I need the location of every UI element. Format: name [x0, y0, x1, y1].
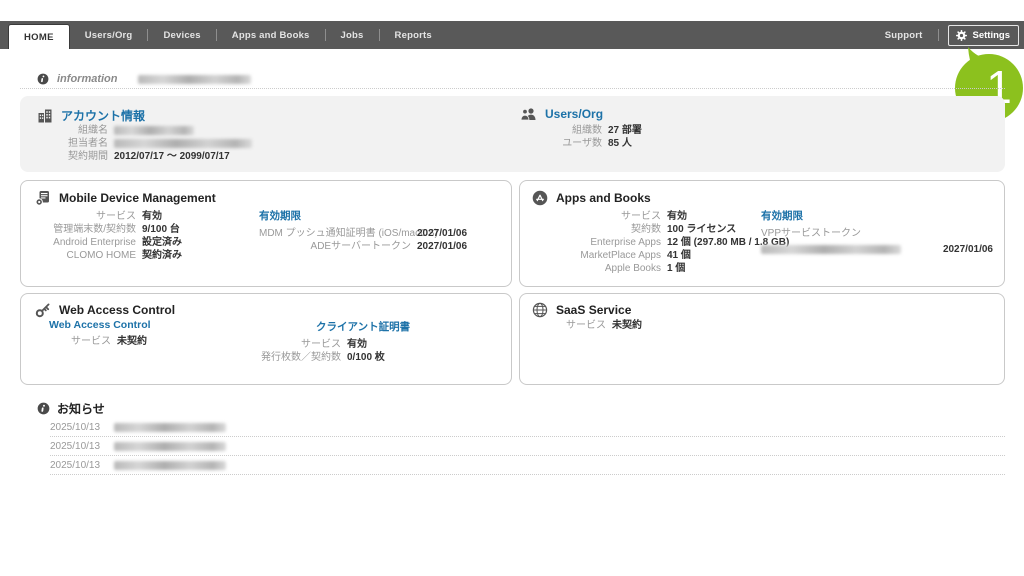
- settings-label: Settings: [973, 30, 1010, 41]
- news-item[interactable]: 2025/10/13: [50, 418, 1005, 437]
- mdm-expiry-ade-token: ADEサーバートークン 2027/01/06: [259, 240, 467, 253]
- mdm-row-clomo-home: CLOMO HOME 契約済み: [31, 249, 182, 262]
- redacted-text: [114, 461, 226, 470]
- mdm-row-devices: 管理端末数/契約数 9/100 台: [31, 223, 182, 236]
- web-access-row-service: サービス 未契約: [49, 335, 151, 348]
- support-link[interactable]: Support: [879, 30, 929, 41]
- apps-row-apple-books: Apple Books 1 個: [530, 262, 789, 275]
- account-info-header: アカウント情報: [37, 107, 145, 124]
- news-item[interactable]: 2025/10/13: [50, 456, 1005, 475]
- mdm-title: Mobile Device Management: [59, 191, 216, 205]
- account-info-title: アカウント情報: [61, 107, 145, 124]
- mdm-panel: Mobile Device Management サービス 有効 管理端末数/契…: [20, 180, 512, 287]
- redacted-text: [761, 245, 901, 254]
- mdm-row-android-enterprise: Android Enterprise 設定済み: [31, 236, 182, 249]
- redacted-text: [114, 423, 226, 432]
- redacted-text: [114, 442, 226, 451]
- saas-panel: SaaS Service サービス 未契約: [519, 293, 1005, 385]
- apps-books-title: Apps and Books: [556, 191, 651, 205]
- mdm-expiry-link[interactable]: 有効期限: [259, 208, 467, 223]
- users-org-row-user-count: ユーザ数 85 人: [520, 137, 642, 150]
- web-access-header: Web Access Control: [35, 302, 175, 318]
- account-row-contract-period: 契約期間 2012/07/17 ～ 2099/07/17: [30, 150, 252, 163]
- tab-jobs[interactable]: Jobs: [326, 30, 379, 41]
- web-access-panel: Web Access Control Web Access Control サー…: [20, 293, 512, 385]
- appstore-icon: [532, 190, 548, 206]
- information-strip: information: [20, 70, 1005, 89]
- apps-row-marketplace-apps: MarketPlace Apps 41 個: [530, 249, 789, 262]
- tab-apps-and-books[interactable]: Apps and Books: [217, 30, 325, 41]
- web-access-control-link[interactable]: Web Access Control: [49, 319, 151, 331]
- globe-icon: [532, 302, 548, 318]
- account-row-org-name: 組織名: [30, 124, 252, 137]
- redacted-text: [114, 126, 194, 135]
- device-gear-icon: [35, 190, 51, 206]
- tab-devices[interactable]: Devices: [148, 30, 215, 41]
- info-icon: [37, 73, 49, 85]
- news-list: 2025/10/13 2025/10/13 2025/10/13: [50, 418, 1005, 475]
- mdm-row-service: サービス 有効: [31, 210, 182, 223]
- apps-row-enterprise-apps: Enterprise Apps 12 個 (297.80 MB / 1.8 GB…: [530, 236, 789, 249]
- top-navbar: HOME Users/Org Devices Apps and Books Jo…: [0, 21, 1024, 49]
- users-org-title: Users/Org: [545, 107, 603, 121]
- users-org-row-org-count: 組織数 27 部署: [520, 124, 642, 137]
- information-label: information: [57, 73, 118, 85]
- saas-title: SaaS Service: [556, 303, 631, 317]
- redacted-text: [114, 139, 252, 148]
- saas-header: SaaS Service: [532, 302, 631, 318]
- news-date: 2025/10/13: [50, 460, 102, 471]
- apps-books-header: Apps and Books: [532, 190, 651, 206]
- apps-books-panel: Apps and Books サービス 有効 契約数 100 ライセンス Ent…: [519, 180, 1005, 287]
- tab-reports[interactable]: Reports: [380, 30, 447, 41]
- building-icon: [37, 108, 53, 123]
- vpp-token-date: 2027/01/06: [943, 243, 993, 256]
- account-row-contact-name: 担当者名: [30, 137, 252, 150]
- settings-button[interactable]: Settings: [948, 25, 1019, 46]
- news-header: お知らせ: [37, 400, 105, 417]
- account-summary-panel: アカウント情報 組織名 担当者名 契約期間 2012/07/17 ～ 2099/…: [20, 96, 1005, 172]
- web-access-title: Web Access Control: [59, 303, 175, 317]
- client-cert-link[interactable]: クライアント証明書: [316, 319, 410, 334]
- news-date: 2025/10/13: [50, 441, 102, 452]
- users-icon: [520, 107, 537, 121]
- news-item[interactable]: 2025/10/13: [50, 437, 1005, 456]
- vpp-token-label: VPPサービストークン: [761, 227, 861, 240]
- saas-row-service: サービス 未契約: [530, 319, 642, 332]
- apps-row-licenses: 契約数 100 ライセンス: [530, 223, 789, 236]
- tab-home[interactable]: HOME: [8, 24, 70, 49]
- news-title: お知らせ: [57, 400, 105, 417]
- tab-users-org[interactable]: Users/Org: [70, 30, 148, 41]
- client-cert-row-service: サービス 有効: [181, 338, 410, 351]
- redacted-text[interactable]: [138, 75, 251, 84]
- nav-divider: [938, 29, 939, 41]
- gear-icon: [955, 29, 968, 42]
- mdm-header: Mobile Device Management: [35, 190, 216, 206]
- client-cert-row-issued: 発行枚数／契約数 0/100 枚: [181, 351, 410, 364]
- news-date: 2025/10/13: [50, 422, 102, 433]
- apps-expiry-link[interactable]: 有効期限: [761, 208, 993, 223]
- info-icon: [37, 402, 50, 415]
- apps-row-service: サービス 有効: [530, 210, 789, 223]
- vpp-token-row: 2027/01/06: [761, 243, 993, 256]
- users-org-header: Users/Org: [520, 107, 603, 121]
- key-icon: [35, 302, 51, 318]
- mdm-expiry-push-cert: MDM プッシュ通知証明書 (iOS/macOS) 2027/01/06: [259, 227, 467, 240]
